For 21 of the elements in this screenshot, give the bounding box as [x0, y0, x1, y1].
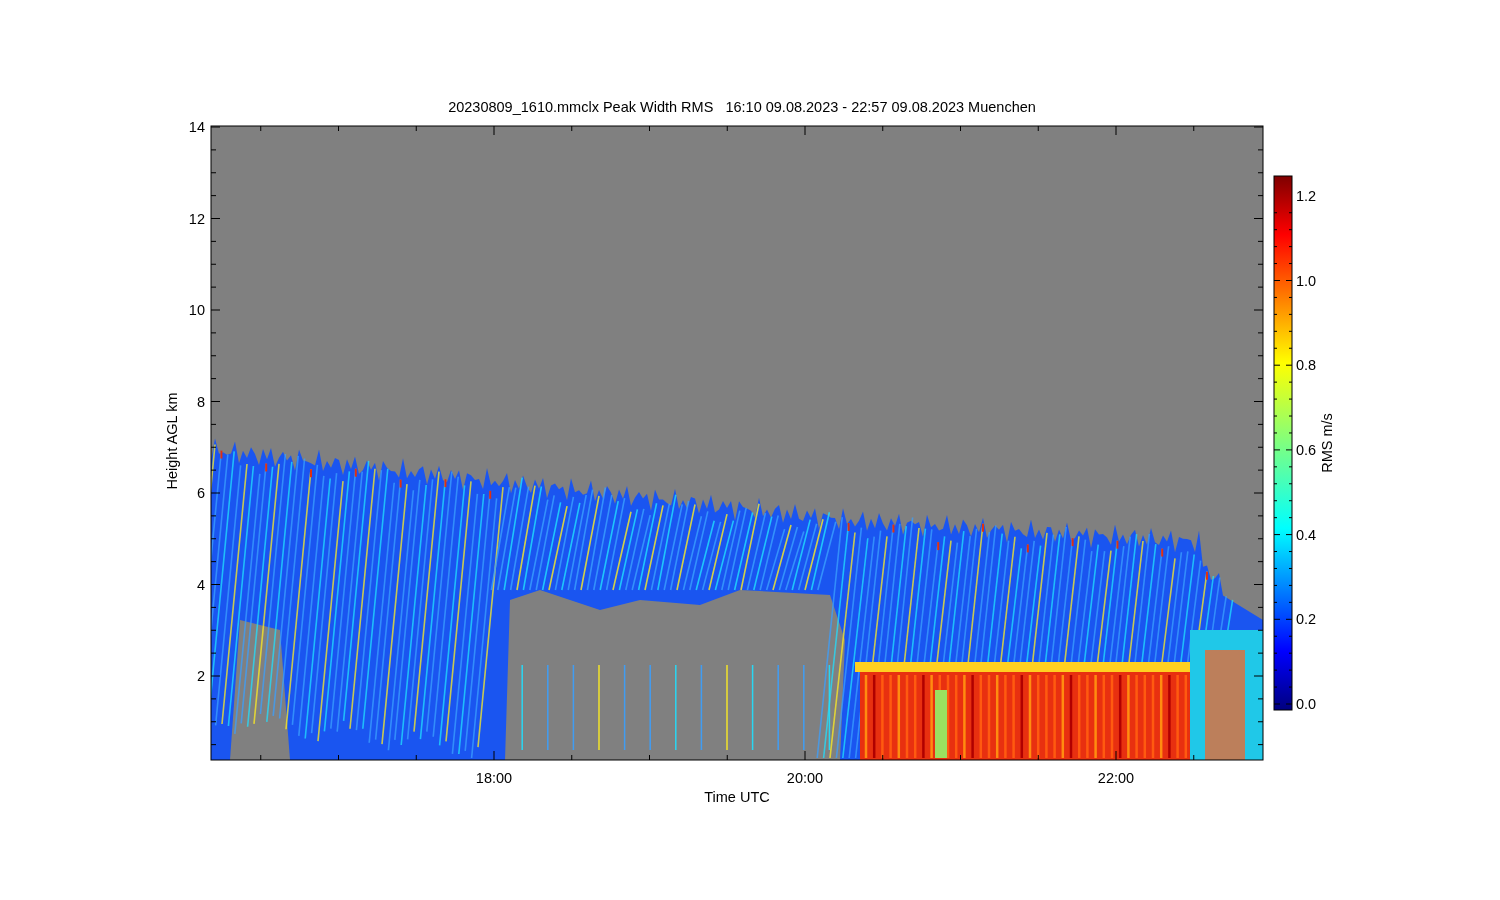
y-tick-label: 8 — [196, 393, 205, 410]
colorbar-tick-label: 1.2 — [1296, 187, 1317, 204]
y-tick-label: 14 — [188, 119, 205, 135]
x-tick-label: 22:00 — [1097, 770, 1135, 786]
colorbar-tick-label: 0.6 — [1296, 441, 1317, 458]
y-tick-label: 12 — [188, 210, 205, 227]
x-tick-label: 18:00 — [475, 770, 513, 786]
colorbar-tick-label: 0.4 — [1296, 526, 1317, 543]
colorbar-label: RMS m/s — [1319, 413, 1335, 473]
y-tick-label: 10 — [188, 302, 205, 318]
x-tick-label: 20:00 — [786, 770, 824, 786]
chart-title: 20230809_1610.mmclx Peak Width RMS 16:10 09.08.2023 - 22:57 09.08.2023 Muenchen — [448, 99, 1036, 115]
colorbar-tick-label: 0.8 — [1296, 357, 1317, 374]
colorbar-tick-label: 0.0 — [1296, 696, 1317, 712]
colorbar-tick-label: 0.2 — [1296, 611, 1317, 628]
y-tick-label: 4 — [196, 576, 205, 593]
y-tick-label: 6 — [196, 485, 205, 501]
x-axis-label: Time UTC — [704, 789, 770, 805]
colorbar-tick-label: 1.0 — [1296, 272, 1317, 289]
y-axis-label: Height AGL km — [164, 392, 180, 490]
y-tick-label: 2 — [196, 668, 205, 684]
